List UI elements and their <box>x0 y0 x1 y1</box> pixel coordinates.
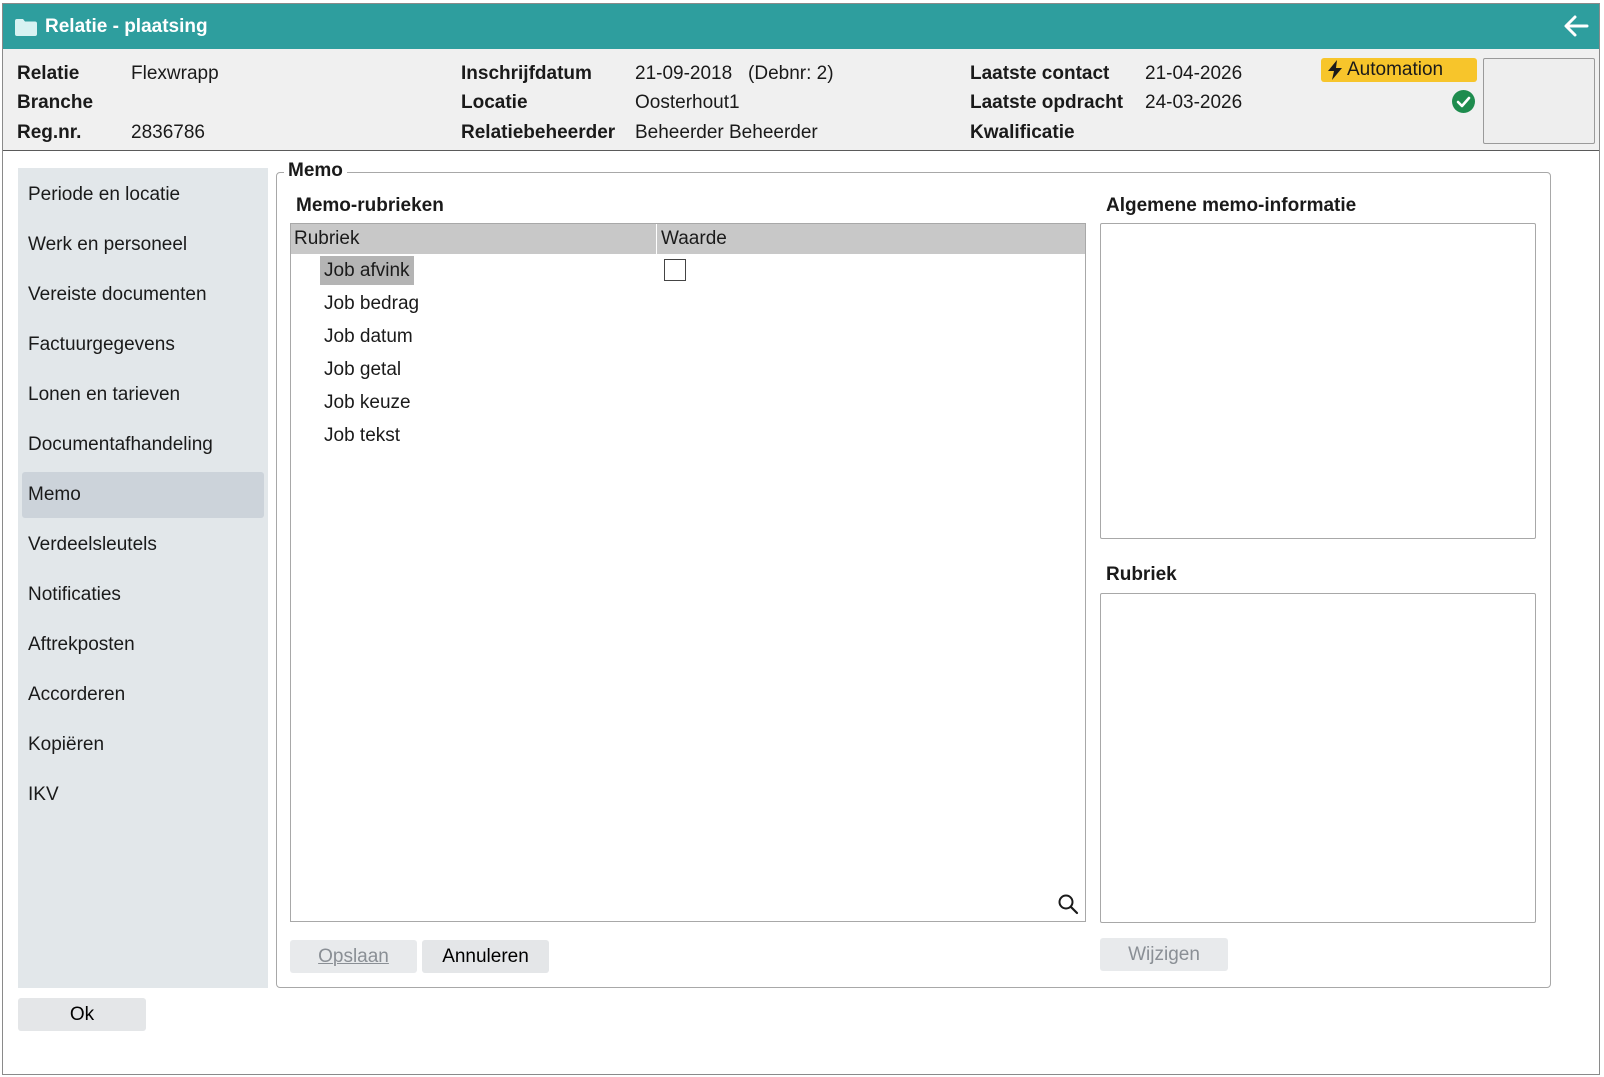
sidebar-item-label: Periode en locatie <box>28 184 181 205</box>
algemene-memo-informatie-title: Algemene memo-informatie <box>1106 195 1357 216</box>
opslaan-button[interactable]: Opslaan <box>290 940 417 973</box>
locatie-value: Oosterhout1 <box>635 92 740 113</box>
sidebar-item-label: Werk en personeel <box>28 234 188 255</box>
table-row[interactable]: Job datum <box>291 320 1085 353</box>
sidebar-item-kopieren[interactable]: Kopiëren <box>22 722 264 768</box>
kwalificatie-label: Kwalificatie <box>970 122 1075 143</box>
sidebar-item-label: IKV <box>28 784 59 805</box>
sidebar-item-label: Accorderen <box>28 684 126 705</box>
lightning-icon <box>1328 60 1342 80</box>
sidebar-item-verdeelsleutels[interactable]: Verdeelsleutels <box>22 522 264 568</box>
ok-button[interactable]: Ok <box>18 998 146 1031</box>
table-row[interactable]: Job bedrag <box>291 287 1085 320</box>
photo-placeholder[interactable] <box>1483 58 1595 144</box>
relatie-label: Relatie <box>17 63 80 84</box>
sidebar-item-factuurgegevens[interactable]: Factuurgegevens <box>22 322 264 368</box>
automation-label: Automation <box>1347 59 1444 80</box>
check-circle-icon <box>1452 90 1475 113</box>
annuleren-label: Annuleren <box>442 945 529 967</box>
laatste-opdracht-label: Laatste opdracht <box>970 92 1124 113</box>
memo-group-title: Memo <box>284 160 347 182</box>
sidebar-item-lonen-en-tarieven[interactable]: Lonen en tarieven <box>22 372 264 418</box>
grid-header: Rubriek Waarde <box>291 224 1085 254</box>
sidebar-item-label: Aftrekposten <box>28 634 135 655</box>
relatiebeheerder-value: Beheerder Beheerder <box>635 122 818 143</box>
sidebar-item-ikv[interactable]: IKV <box>22 772 264 818</box>
sidebar-item-label: Notificaties <box>28 584 121 605</box>
title-bar: Relatie - plaatsing <box>3 4 1599 49</box>
ok-label: Ok <box>69 1003 95 1025</box>
branche-label: Branche <box>17 92 94 113</box>
algemene-memo-textarea[interactable] <box>1100 223 1536 539</box>
annuleren-button[interactable]: Annuleren <box>422 940 549 973</box>
sidebar-item-label: Kopiëren <box>28 734 105 755</box>
sidebar-nav: Periode en locatie Werk en personeel Ver… <box>18 168 268 988</box>
wijzigen-label: Wijzigen <box>1128 943 1200 965</box>
back-arrow-icon[interactable] <box>1563 14 1589 38</box>
waarde-checkbox[interactable] <box>664 259 686 281</box>
sidebar-item-accorderen[interactable]: Accorderen <box>22 672 264 718</box>
relation-info-bar: Relatie Flexwrapp Branche Reg.nr. 283678… <box>3 49 1599 151</box>
regnr-label: Reg.nr. <box>17 122 82 143</box>
regnr-value: 2836786 <box>131 122 205 143</box>
rubriek-cell: Job bedrag <box>324 292 420 314</box>
sidebar-item-memo[interactable]: Memo <box>22 472 264 518</box>
folder-icon <box>15 18 37 36</box>
memo-rubrieken-grid: Rubriek Waarde Job afvink Job bedrag Job… <box>290 223 1086 922</box>
memo-rubrieken-title: Memo-rubrieken <box>296 195 444 216</box>
wijzigen-button[interactable]: Wijzigen <box>1100 938 1228 971</box>
rubriek-cell: Job tekst <box>324 424 401 446</box>
rubriek-cell: Job keuze <box>324 391 411 413</box>
relatiebeheerder-label: Relatiebeheerder <box>461 122 616 143</box>
rubriek-textarea[interactable] <box>1100 593 1536 923</box>
sidebar-item-label: Verdeelsleutels <box>28 534 157 555</box>
opslaan-label: Opslaan <box>318 945 389 967</box>
column-header-waarde[interactable]: Waarde <box>658 224 1086 254</box>
rubriek-title: Rubriek <box>1106 564 1177 585</box>
laatste-contact-label: Laatste contact <box>970 63 1110 84</box>
table-row[interactable]: Job afvink <box>291 254 1085 287</box>
table-row[interactable]: Job keuze <box>291 386 1085 419</box>
inschrijfdatum-value: 21-09-2018 (Debnr: 2) <box>635 63 834 84</box>
sidebar-item-label: Lonen en tarieven <box>28 384 181 405</box>
laatste-opdracht-value: 24-03-2026 <box>1145 92 1243 113</box>
dialog-window: Relatie - plaatsing Relatie Flexwrapp Br… <box>2 3 1600 1075</box>
table-row[interactable]: Job tekst <box>291 419 1085 452</box>
sidebar-item-label: Documentafhandeling <box>28 434 213 455</box>
sidebar-item-label: Factuurgegevens <box>28 334 175 355</box>
sidebar-item-werk-en-personeel[interactable]: Werk en personeel <box>22 222 264 268</box>
window-title: Relatie - plaatsing <box>45 15 208 37</box>
relatie-value: Flexwrapp <box>131 63 219 84</box>
search-icon[interactable] <box>1057 893 1079 915</box>
rubriek-cell: Job getal <box>324 358 402 380</box>
sidebar-item-vereiste-documenten[interactable]: Vereiste documenten <box>22 272 264 318</box>
sidebar-item-notificaties[interactable]: Notificaties <box>22 572 264 618</box>
automation-badge[interactable]: Automation <box>1321 58 1477 82</box>
sidebar-item-documentafhandeling[interactable]: Documentafhandeling <box>22 422 264 468</box>
sidebar-item-label: Vereiste documenten <box>28 284 207 305</box>
inschrijfdatum-label: Inschrijfdatum <box>461 63 592 84</box>
laatste-contact-value: 21-04-2026 <box>1145 63 1243 84</box>
sidebar-item-label: Memo <box>28 484 81 505</box>
rubriek-cell: Job afvink <box>320 256 414 285</box>
sidebar-item-aftrekposten[interactable]: Aftrekposten <box>22 622 264 668</box>
rubriek-cell: Job datum <box>324 325 413 347</box>
table-row[interactable]: Job getal <box>291 353 1085 386</box>
column-header-rubriek[interactable]: Rubriek <box>291 224 657 254</box>
locatie-label: Locatie <box>461 92 528 113</box>
sidebar-item-periode-en-locatie[interactable]: Periode en locatie <box>22 172 264 218</box>
